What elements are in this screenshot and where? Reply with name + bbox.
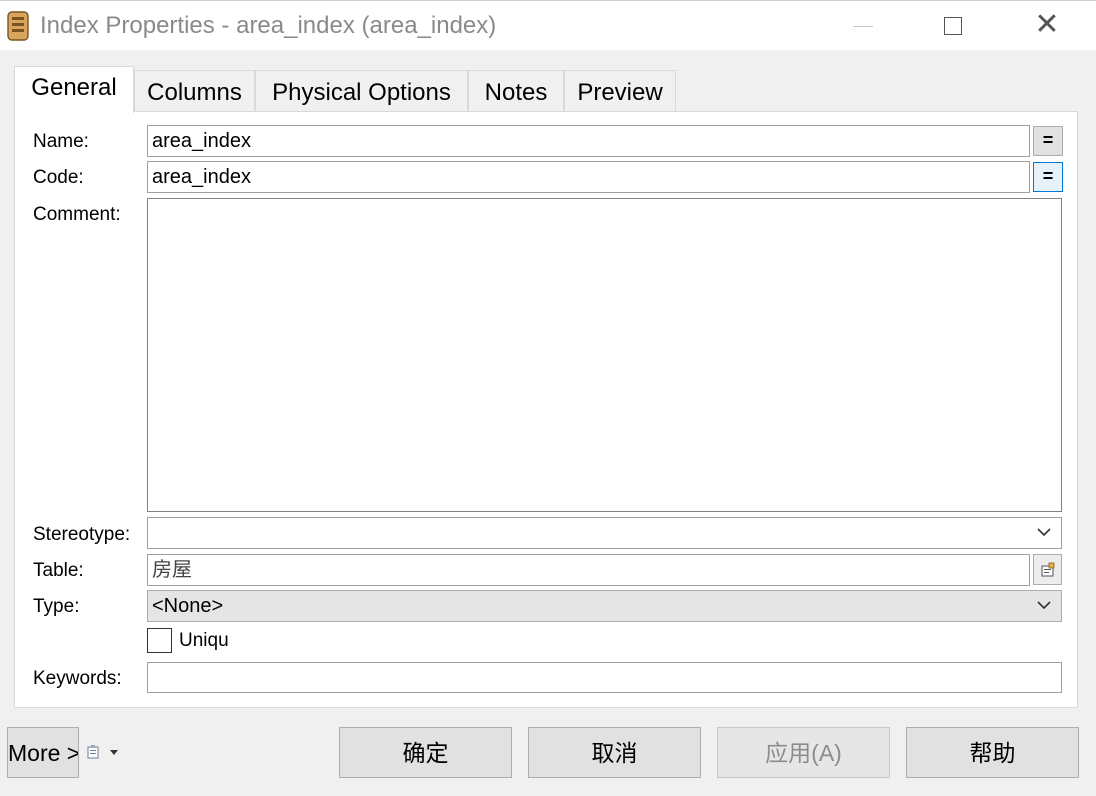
page-dropdown-button[interactable] [86, 743, 120, 763]
table-properties-button[interactable] [1033, 554, 1062, 585]
minimize-icon[interactable] [840, 5, 886, 45]
dropdown-arrow-icon [110, 750, 118, 755]
apply-button[interactable]: 应用(A) [717, 727, 890, 778]
table-label: Table: [33, 560, 84, 581]
name-equals-button[interactable]: = [1033, 126, 1063, 156]
code-field[interactable]: area_index [147, 161, 1030, 193]
title-bar: Index Properties - area_index (area_inde… [0, 0, 1096, 50]
code-equals-button[interactable]: = [1033, 162, 1063, 192]
more-button[interactable]: More >> [7, 727, 79, 778]
maximize-icon[interactable] [930, 5, 976, 45]
tab-notes[interactable]: Notes [468, 70, 564, 112]
comment-textarea[interactable] [147, 198, 1062, 512]
window-title: Index Properties - area_index (area_inde… [40, 12, 497, 39]
properties-icon [1041, 562, 1054, 577]
type-value: <None> [152, 595, 224, 617]
page-icon [87, 745, 99, 759]
comment-label: Comment: [33, 204, 121, 225]
type-combobox[interactable]: <None> [147, 590, 1062, 622]
type-label: Type: [33, 596, 80, 617]
chevron-down-icon [1037, 601, 1051, 610]
table-field: 房屋 [147, 554, 1030, 586]
more-button-label: More >> [8, 740, 79, 766]
close-icon[interactable]: ✕ [1022, 5, 1072, 45]
general-panel: Name: area_index = Code: area_index = Co… [14, 111, 1078, 708]
unique-checkbox[interactable] [147, 628, 172, 653]
ok-button[interactable]: 确定 [339, 727, 512, 778]
tab-preview[interactable]: Preview [564, 70, 676, 112]
code-label: Code: [33, 167, 84, 188]
help-button[interactable]: 帮助 [906, 727, 1079, 778]
cancel-button[interactable]: 取消 [528, 727, 701, 778]
stereotype-combobox[interactable] [147, 517, 1062, 549]
name-field[interactable]: area_index [147, 125, 1030, 157]
keywords-label: Keywords: [33, 668, 122, 689]
tab-columns[interactable]: Columns [134, 70, 255, 112]
name-label: Name: [33, 131, 89, 152]
keywords-field[interactable] [147, 662, 1062, 693]
stereotype-label: Stereotype: [33, 524, 131, 545]
chevron-down-icon [1037, 528, 1051, 537]
unique-label: Uniqu [179, 630, 229, 651]
tab-general[interactable]: General [14, 66, 134, 113]
index-properties-icon [7, 11, 29, 41]
tab-physical-options[interactable]: Physical Options [255, 70, 468, 112]
